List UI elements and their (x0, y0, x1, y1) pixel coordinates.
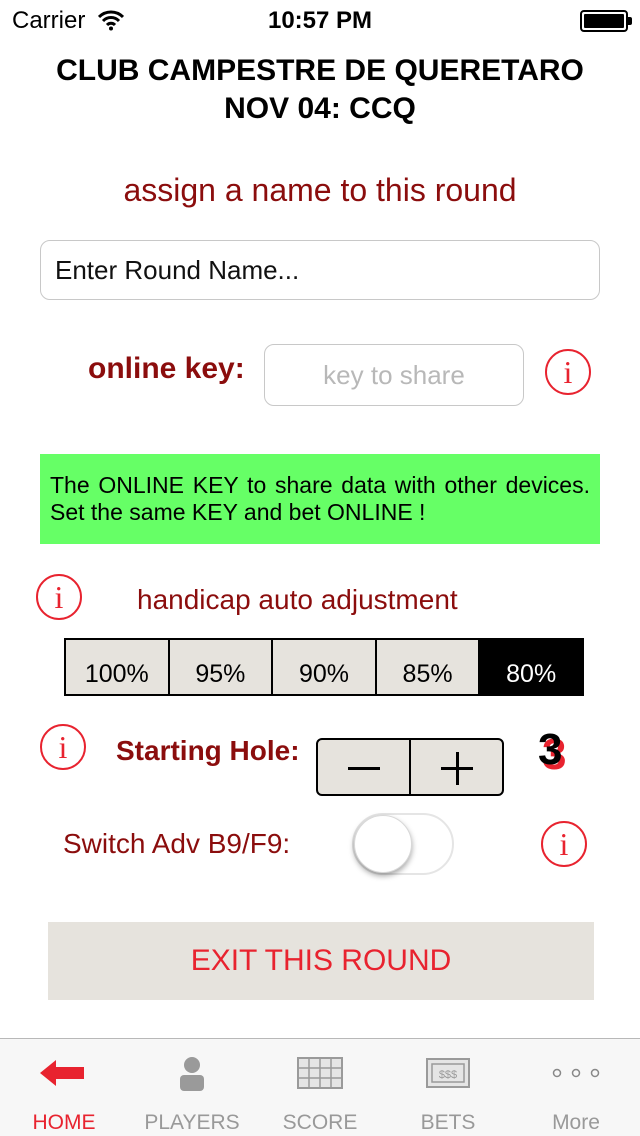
tab-score[interactable]: SCORE (256, 1039, 384, 1136)
online-key-input[interactable] (264, 344, 524, 406)
tab-home[interactable]: HOME (0, 1039, 128, 1136)
handicap-option-95[interactable]: 95% (167, 640, 272, 694)
exit-round-button[interactable]: EXIT THIS ROUND (48, 922, 594, 1000)
increment-button[interactable] (409, 740, 502, 794)
tab-players[interactable]: PLAYERS (128, 1039, 256, 1136)
battery-icon (580, 10, 632, 32)
starting-hole-label: Starting Hole: (116, 735, 300, 766)
switch-adv-toggle[interactable] (352, 813, 454, 875)
status-time: 10:57 PM (267, 7, 373, 34)
tab-more-label: More (552, 1111, 600, 1134)
online-key-info-icon[interactable]: i (545, 349, 591, 395)
round-title: NOV 04: CCQ (224, 92, 416, 125)
minus-icon (348, 767, 380, 770)
switch-adv-label: Switch Adv B9/F9: (63, 828, 291, 859)
tab-players-label: PLAYERS (144, 1111, 240, 1134)
decrement-button[interactable] (318, 740, 409, 794)
tab-bar: HOME PLAYERS SCORE $$$ BETS More (0, 1038, 640, 1136)
switch-adv-info-icon[interactable]: i (541, 821, 587, 867)
starting-hole-number: 3 (538, 725, 563, 774)
more-dots-icon (552, 1068, 600, 1078)
scorecard-icon (297, 1057, 343, 1089)
status-bar: Carrier 10:57 PM (0, 0, 640, 40)
tab-home-label: HOME (32, 1111, 96, 1134)
tab-more[interactable]: More (512, 1039, 640, 1136)
tab-bets[interactable]: $$$ BETS (384, 1039, 512, 1136)
money-icon: $$$ (426, 1058, 470, 1088)
online-key-label: online key: (88, 352, 245, 385)
arrow-left-icon (40, 1060, 84, 1086)
toggle-knob (354, 815, 412, 873)
handicap-option-100[interactable]: 100% (66, 640, 168, 694)
handicap-option-85[interactable]: 85% (374, 640, 479, 694)
club-title: CLUB CAMPESTRE DE QUERETARO (56, 54, 584, 87)
tab-score-label: SCORE (282, 1111, 358, 1134)
starting-hole-stepper (316, 738, 504, 796)
handicap-info-icon[interactable]: i (36, 574, 82, 620)
handicap-label: handicap auto adjustment (137, 584, 458, 615)
assign-name-label: assign a name to this round (123, 172, 517, 208)
handicap-option-80[interactable]: 80% (478, 640, 582, 694)
tab-bets-label: BETS (420, 1111, 476, 1134)
starting-hole-value: 3 3 (538, 725, 578, 781)
starting-hole-info-icon[interactable]: i (40, 724, 86, 770)
online-key-notice: The ONLINE KEY to share data with other … (40, 454, 600, 544)
svg-text:$$$: $$$ (439, 1069, 457, 1081)
player-icon (180, 1057, 204, 1091)
handicap-option-90[interactable]: 90% (271, 640, 375, 694)
round-name-input[interactable] (40, 240, 600, 300)
handicap-segmented-control: 100% 95% 90% 85% 80% (64, 638, 584, 696)
